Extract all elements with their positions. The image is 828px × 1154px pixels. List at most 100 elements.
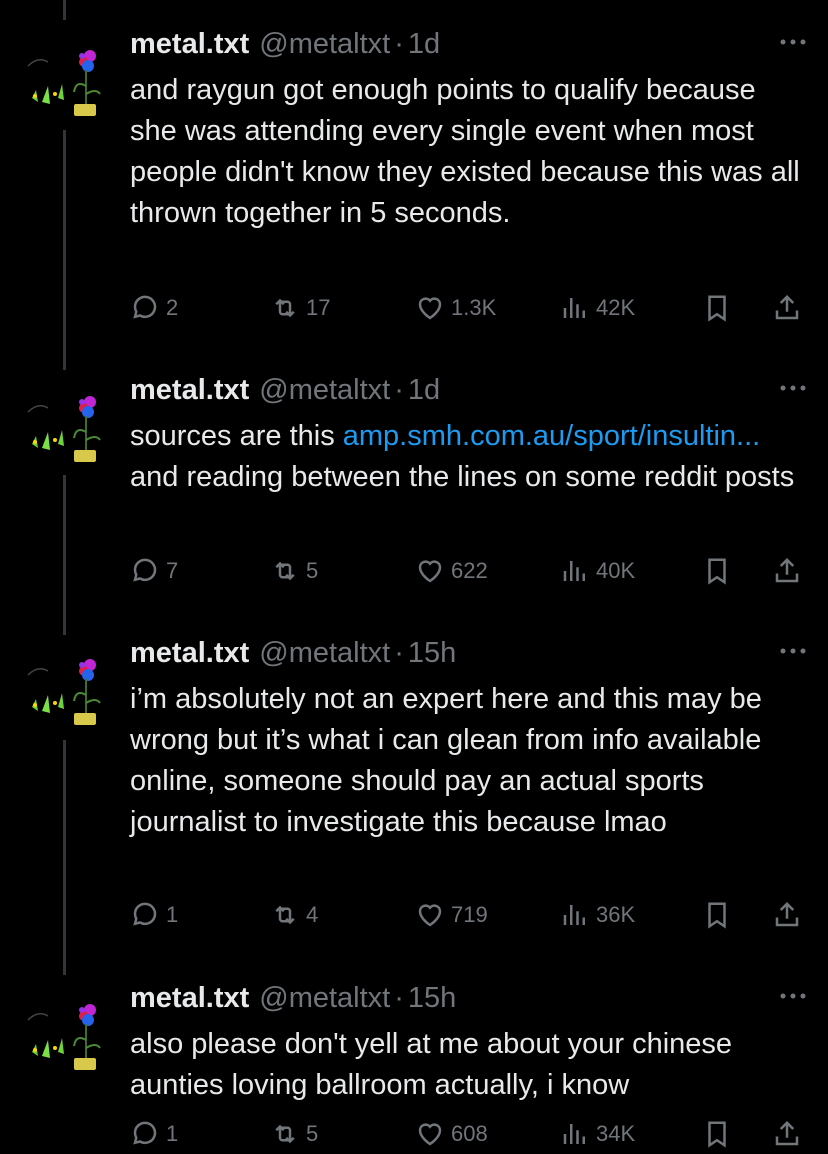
like-count: 608	[451, 1121, 488, 1146]
thread-line	[63, 0, 66, 20]
tweet-text-content: sources are this	[130, 420, 343, 452]
bookmark-button[interactable]	[702, 288, 738, 328]
tweet[interactable]: metal.txt @metaltxt · 15h also please do…	[0, 982, 828, 1148]
heart-icon	[418, 560, 442, 583]
avatar[interactable]	[18, 382, 110, 474]
action-bar: 1 4 719 36K	[130, 895, 810, 935]
share-button[interactable]	[772, 895, 808, 935]
action-bar: 1 5 608 34K	[130, 1114, 810, 1154]
view-count: 34K	[596, 1121, 636, 1146]
analytics-icon	[563, 561, 585, 581]
bookmark-button[interactable]	[702, 1114, 738, 1154]
reply-icon	[133, 295, 157, 319]
bookmark-button[interactable]	[702, 895, 738, 935]
like-button[interactable]: 1.3K	[415, 288, 496, 328]
avatar[interactable]	[18, 36, 110, 128]
tweet-text-content: and raygun got enough points to qualify …	[130, 74, 800, 229]
more-options-icon[interactable]	[778, 986, 808, 1006]
user-handle[interactable]: @metaltxt	[259, 637, 390, 670]
repost-icon	[275, 561, 295, 581]
like-button[interactable]: 622	[415, 551, 488, 591]
views-button[interactable]: 40K	[560, 551, 635, 591]
tweet-text-content: i’m absolutely not an expert here and th…	[130, 683, 762, 838]
display-name[interactable]: metal.txt	[130, 637, 249, 670]
tweet-text-content-after: and reading between the lines on some re…	[130, 461, 795, 493]
reply-button[interactable]: 1	[130, 1114, 178, 1154]
share-icon	[775, 901, 799, 927]
repost-button[interactable]: 5	[270, 1114, 318, 1154]
user-handle[interactable]: @metaltxt	[259, 982, 390, 1015]
user-handle[interactable]: @metaltxt	[259, 28, 390, 61]
separator-dot: ·	[394, 28, 404, 60]
share-icon	[775, 557, 799, 583]
view-count: 42K	[596, 295, 636, 320]
share-button[interactable]	[772, 288, 808, 328]
more-options-icon[interactable]	[778, 641, 808, 661]
separator-dot: ·	[394, 982, 404, 1014]
timestamp[interactable]: 1d	[408, 374, 440, 407]
share-icon	[775, 1120, 799, 1146]
reply-icon	[133, 558, 157, 582]
repost-icon	[275, 298, 295, 318]
repost-button[interactable]: 17	[270, 288, 330, 328]
views-button[interactable]: 34K	[560, 1114, 635, 1154]
tweet-header: metal.txt @metaltxt · 1d	[130, 374, 440, 414]
action-bar: 7 5 622 40K	[130, 551, 810, 591]
bookmark-icon	[708, 295, 726, 322]
reply-button[interactable]: 7	[130, 551, 178, 591]
views-button[interactable]: 36K	[560, 895, 635, 935]
separator-dot: ·	[394, 374, 404, 406]
reply-count: 1	[166, 1121, 179, 1146]
heart-icon	[418, 1123, 442, 1146]
timestamp[interactable]: 15h	[408, 637, 456, 670]
repost-count: 4	[306, 902, 319, 927]
more-options-icon[interactable]	[778, 378, 808, 398]
tweet-link[interactable]: amp.smh.com.au/sport/insultin...	[343, 420, 760, 452]
tweet-text: and raygun got enough points to qualify …	[130, 70, 810, 234]
tweet-text: i’m absolutely not an expert here and th…	[130, 679, 810, 843]
repost-button[interactable]: 5	[270, 551, 318, 591]
bookmark-button[interactable]	[702, 551, 738, 591]
share-button[interactable]	[772, 1114, 808, 1154]
share-icon	[775, 294, 799, 320]
display-name[interactable]: metal.txt	[130, 28, 249, 61]
analytics-icon	[563, 1124, 585, 1144]
timestamp[interactable]: 1d	[408, 28, 440, 61]
like-button[interactable]: 608	[415, 1114, 488, 1154]
timestamp[interactable]: 15h	[408, 982, 456, 1015]
repost-count: 5	[306, 558, 319, 583]
tweet-header: metal.txt @metaltxt · 15h	[130, 637, 456, 677]
more-options-icon[interactable]	[778, 32, 808, 52]
views-button[interactable]: 42K	[560, 288, 635, 328]
avatar[interactable]	[18, 645, 110, 737]
avatar[interactable]	[18, 990, 110, 1082]
like-count: 1.3K	[451, 295, 497, 320]
tweet-text-content: also please don't yell at me about your …	[130, 1028, 733, 1101]
bookmark-icon	[708, 558, 726, 585]
view-count: 36K	[596, 902, 636, 927]
reply-count: 7	[166, 558, 179, 583]
tweet[interactable]: metal.txt @metaltxt · 1d and raygun got …	[0, 28, 828, 338]
analytics-icon	[563, 298, 585, 318]
tweet[interactable]: metal.txt @metaltxt · 15h i’m absolutely…	[0, 637, 828, 957]
repost-count: 17	[306, 295, 331, 320]
tweet-text: also please don't yell at me about your …	[130, 1024, 810, 1106]
view-count: 40K	[596, 558, 636, 583]
reply-button[interactable]: 2	[130, 288, 178, 328]
bookmark-icon	[708, 902, 726, 929]
reply-button[interactable]: 1	[130, 895, 178, 935]
reply-count: 1	[166, 902, 179, 927]
reply-count: 2	[166, 295, 179, 320]
repost-button[interactable]: 4	[270, 895, 318, 935]
analytics-icon	[563, 905, 585, 925]
heart-icon	[418, 297, 442, 320]
like-button[interactable]: 719	[415, 895, 488, 935]
share-button[interactable]	[772, 551, 808, 591]
tweet[interactable]: metal.txt @metaltxt · 1d sources are thi…	[0, 374, 828, 624]
display-name[interactable]: metal.txt	[130, 982, 249, 1015]
heart-icon	[418, 904, 442, 927]
reply-icon	[133, 1121, 157, 1145]
user-handle[interactable]: @metaltxt	[259, 374, 390, 407]
like-count: 622	[451, 558, 488, 583]
display-name[interactable]: metal.txt	[130, 374, 249, 407]
